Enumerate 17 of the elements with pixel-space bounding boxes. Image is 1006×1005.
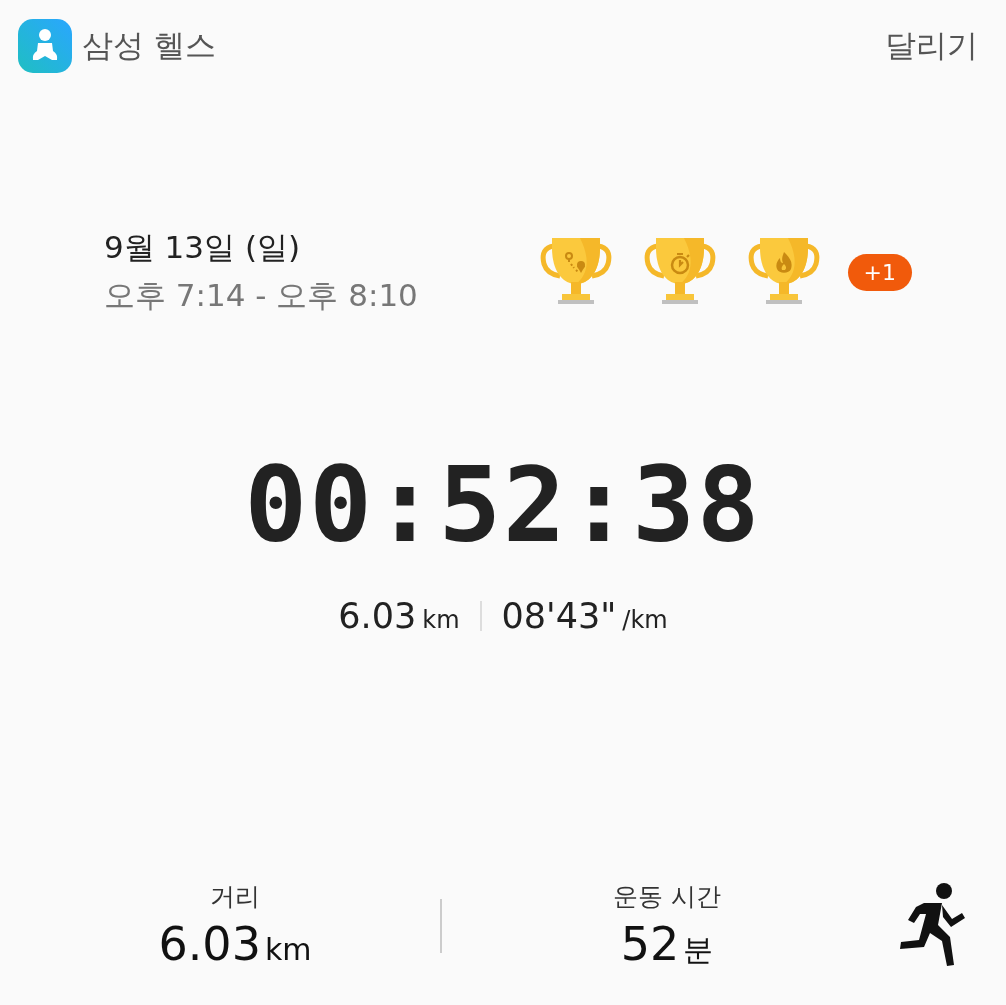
stat-label: 거리 — [210, 881, 260, 913]
app-logo-icon — [18, 19, 72, 73]
summary-value: 08'43" — [501, 596, 617, 636]
stat-unit: km — [264, 932, 312, 967]
summary-value: 6.03 — [338, 596, 417, 636]
more-trophies-badge: +1 — [847, 253, 912, 291]
stat-unit: 분 — [683, 931, 714, 969]
elapsed-timer: 00:52:38 — [244, 450, 762, 560]
app-title: 삼성 헬스 — [82, 26, 216, 65]
summary-unit: /km — [622, 606, 668, 634]
summary-unit: km — [422, 606, 460, 634]
workout-date: 9월 13일 (일) — [104, 228, 302, 267]
activity-type: 달리기 — [885, 26, 978, 65]
stat-value: 52 — [620, 917, 680, 971]
workout-time-range: 오후 7:14 - 오후 8:10 — [104, 276, 418, 315]
stat-value: 6.03 — [158, 917, 261, 971]
stat-label: 운동 시간 — [613, 881, 721, 913]
